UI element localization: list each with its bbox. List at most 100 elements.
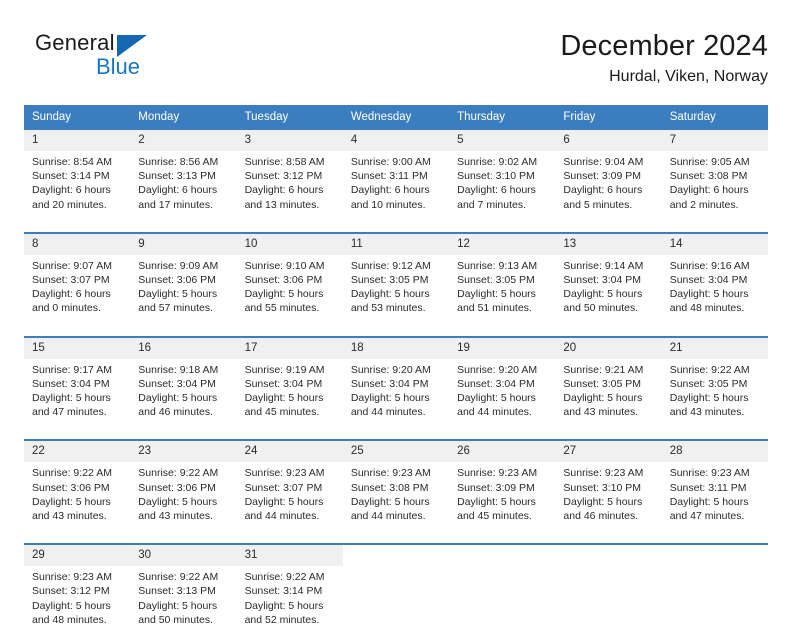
- day-cell[interactable]: 25 Sunrise: 9:23 AM Sunset: 3:08 PM Dayl…: [342, 441, 450, 529]
- day-cell[interactable]: 16 Sunrise: 9:18 AM Sunset: 3:04 PM Dayl…: [130, 337, 237, 426]
- day-info: Sunrise: 9:22 AM Sunset: 3:14 PM Dayligh…: [237, 566, 343, 633]
- day-number: 11: [342, 233, 450, 255]
- day-info: [343, 566, 449, 576]
- daylight-text-line2: and 55 minutes.: [244, 302, 320, 315]
- sunset-text: Sunset: 3:11 PM: [350, 170, 428, 183]
- day-info: Sunrise: 9:00 AM Sunset: 3:11 PM Dayligh…: [343, 151, 449, 218]
- day-cell[interactable]: 30 Sunrise: 9:22 AM Sunset: 3:13 PM Dayl…: [130, 545, 237, 633]
- daylight-text-line1: Daylight: 5 hours: [563, 392, 643, 405]
- day-cell[interactable]: 15 Sunrise: 9:17 AM Sunset: 3:04 PM Dayl…: [24, 337, 131, 426]
- day-cell[interactable]: 9 Sunrise: 9:09 AM Sunset: 3:06 PM Dayli…: [130, 233, 237, 322]
- general-blue-logo[interactable]: General Blue: [35, 30, 165, 88]
- day-cell-empty: [449, 545, 556, 633]
- daylight-text-line2: and 43 minutes.: [138, 510, 213, 523]
- logo-text-general: General: [35, 30, 115, 55]
- day-cell[interactable]: 4 Sunrise: 9:00 AM Sunset: 3:11 PM Dayli…: [342, 130, 450, 218]
- day-number: 6: [555, 130, 662, 151]
- day-number: 17: [236, 337, 343, 359]
- sunrise-text: Sunrise: 9:12 AM: [350, 259, 431, 272]
- week-row: 29 Sunrise: 9:23 AM Sunset: 3:12 PM Dayl…: [24, 543, 768, 633]
- day-cell[interactable]: 22 Sunrise: 9:22 AM Sunset: 3:06 PM Dayl…: [24, 441, 131, 529]
- day-cell[interactable]: 11 Sunrise: 9:12 AM Sunset: 3:05 PM Dayl…: [342, 233, 450, 322]
- day-cell[interactable]: 27 Sunrise: 9:23 AM Sunset: 3:10 PM Dayl…: [555, 441, 662, 529]
- day-number: 22: [24, 441, 131, 463]
- day-cell[interactable]: 10 Sunrise: 9:10 AM Sunset: 3:06 PM Dayl…: [236, 233, 343, 322]
- day-cell[interactable]: 12 Sunrise: 9:13 AM Sunset: 3:05 PM Dayl…: [449, 233, 556, 322]
- day-cell[interactable]: 31 Sunrise: 9:22 AM Sunset: 3:14 PM Dayl…: [236, 545, 343, 633]
- day-cell[interactable]: 5 Sunrise: 9:02 AM Sunset: 3:10 PM Dayli…: [449, 130, 556, 218]
- daylight-text-line1: Daylight: 5 hours: [138, 495, 218, 508]
- sunrise-text: Sunrise: 9:20 AM: [350, 363, 431, 376]
- day-info: Sunrise: 9:20 AM Sunset: 3:04 PM Dayligh…: [343, 359, 449, 426]
- daylight-text-line2: and 10 minutes.: [350, 198, 426, 211]
- daylight-text-line2: and 7 minutes.: [457, 198, 527, 211]
- page-subtitle: Hurdal, Viken, Norway: [609, 68, 768, 85]
- day-number: 30: [130, 545, 237, 567]
- day-number: [449, 545, 556, 567]
- day-cell[interactable]: 17 Sunrise: 9:19 AM Sunset: 3:04 PM Dayl…: [236, 337, 343, 426]
- daylight-text-line2: and 46 minutes.: [138, 406, 213, 419]
- calendar-grid: Sunday Monday Tuesday Wednesday Thursday…: [24, 105, 768, 633]
- weekday-header-wednesday: Wednesday: [350, 111, 412, 123]
- day-number: [555, 545, 662, 567]
- day-cell[interactable]: 14 Sunrise: 9:16 AM Sunset: 3:04 PM Dayl…: [661, 233, 768, 322]
- day-cell[interactable]: 20 Sunrise: 9:21 AM Sunset: 3:05 PM Dayl…: [555, 337, 662, 426]
- sunrise-text: Sunrise: 9:22 AM: [244, 571, 325, 584]
- day-number: 23: [130, 441, 237, 463]
- daylight-text-line1: Daylight: 5 hours: [457, 495, 536, 508]
- page-header: General Blue December 2024 Hurdal, Viken…: [24, 28, 768, 90]
- day-number: 20: [555, 337, 662, 359]
- week-row: 8 Sunrise: 9:07 AM Sunset: 3:07 PM Dayli…: [24, 231, 768, 322]
- sunrise-text: Sunrise: 9:23 AM: [350, 467, 431, 480]
- weekday-header-saturday: Saturday: [669, 111, 716, 123]
- day-number: 19: [449, 337, 556, 359]
- daylight-text-line2: and 2 minutes.: [669, 198, 739, 211]
- day-cell[interactable]: 13 Sunrise: 9:14 AM Sunset: 3:04 PM Dayl…: [555, 233, 662, 322]
- daylight-text-line2: and 44 minutes.: [457, 406, 532, 419]
- sunset-text: Sunset: 3:06 PM: [244, 274, 323, 287]
- day-number: 29: [24, 545, 131, 567]
- day-cell[interactable]: 24 Sunrise: 9:23 AM Sunset: 3:07 PM Dayl…: [236, 441, 343, 529]
- day-info: Sunrise: 9:22 AM Sunset: 3:13 PM Dayligh…: [130, 566, 236, 633]
- day-number: 1: [24, 130, 131, 151]
- daylight-text-line1: Daylight: 5 hours: [244, 288, 324, 301]
- day-cell[interactable]: 3 Sunrise: 8:58 AM Sunset: 3:12 PM Dayli…: [236, 130, 343, 218]
- calendar-page: General Blue December 2024 Hurdal, Viken…: [0, 0, 792, 626]
- day-cell[interactable]: 29 Sunrise: 9:23 AM Sunset: 3:12 PM Dayl…: [24, 545, 131, 633]
- sunset-text: Sunset: 3:05 PM: [350, 274, 429, 287]
- sunrise-text: Sunrise: 8:56 AM: [138, 156, 219, 168]
- daylight-text-line2: and 43 minutes.: [669, 406, 745, 419]
- day-info: Sunrise: 9:17 AM Sunset: 3:04 PM Dayligh…: [24, 359, 130, 426]
- day-info: Sunrise: 8:58 AM Sunset: 3:12 PM Dayligh…: [237, 151, 343, 218]
- day-cell[interactable]: 18 Sunrise: 9:20 AM Sunset: 3:04 PM Dayl…: [342, 337, 450, 426]
- daylight-text-line1: Daylight: 5 hours: [563, 288, 643, 301]
- sunset-text: Sunset: 3:06 PM: [138, 274, 216, 287]
- sunset-text: Sunset: 3:14 PM: [244, 585, 323, 598]
- day-cell[interactable]: 2 Sunrise: 8:56 AM Sunset: 3:13 PM Dayli…: [130, 130, 237, 218]
- weekday-header-tuesday: Tuesday: [244, 111, 289, 123]
- day-cell[interactable]: 19 Sunrise: 9:20 AM Sunset: 3:04 PM Dayl…: [449, 337, 556, 426]
- daylight-text-line1: Daylight: 5 hours: [32, 495, 111, 508]
- day-info: Sunrise: 9:23 AM Sunset: 3:11 PM Dayligh…: [662, 462, 768, 529]
- daylight-text-line2: and 43 minutes.: [32, 510, 107, 523]
- sunset-text: Sunset: 3:13 PM: [138, 585, 216, 598]
- daylight-text-line1: Daylight: 6 hours: [32, 184, 111, 197]
- day-cell[interactable]: 26 Sunrise: 9:23 AM Sunset: 3:09 PM Dayl…: [449, 441, 556, 529]
- day-cell[interactable]: 8 Sunrise: 9:07 AM Sunset: 3:07 PM Dayli…: [24, 233, 131, 322]
- day-cell[interactable]: 21 Sunrise: 9:22 AM Sunset: 3:05 PM Dayl…: [661, 337, 768, 426]
- daylight-text-line1: Daylight: 6 hours: [350, 184, 430, 197]
- title-block: December 2024 Hurdal, Viken, Norway: [560, 28, 768, 88]
- sunrise-text: Sunrise: 9:23 AM: [32, 571, 112, 584]
- daylight-text-line1: Daylight: 6 hours: [457, 184, 536, 197]
- weekday-header-friday: Friday: [563, 111, 596, 123]
- day-number: 28: [661, 441, 768, 463]
- day-cell[interactable]: 23 Sunrise: 9:22 AM Sunset: 3:06 PM Dayl…: [130, 441, 237, 529]
- day-info: Sunrise: 9:10 AM Sunset: 3:06 PM Dayligh…: [237, 255, 343, 322]
- day-cell[interactable]: 7 Sunrise: 9:05 AM Sunset: 3:08 PM Dayli…: [661, 130, 768, 218]
- day-cell[interactable]: 28 Sunrise: 9:23 AM Sunset: 3:11 PM Dayl…: [661, 441, 768, 529]
- week-spacer: [24, 322, 768, 336]
- day-cell[interactable]: 1 Sunrise: 8:54 AM Sunset: 3:14 PM Dayli…: [24, 130, 131, 218]
- page-title: December 2024: [560, 30, 768, 62]
- sunrise-text: Sunrise: 9:19 AM: [244, 363, 325, 376]
- day-cell[interactable]: 6 Sunrise: 9:04 AM Sunset: 3:09 PM Dayli…: [555, 130, 662, 218]
